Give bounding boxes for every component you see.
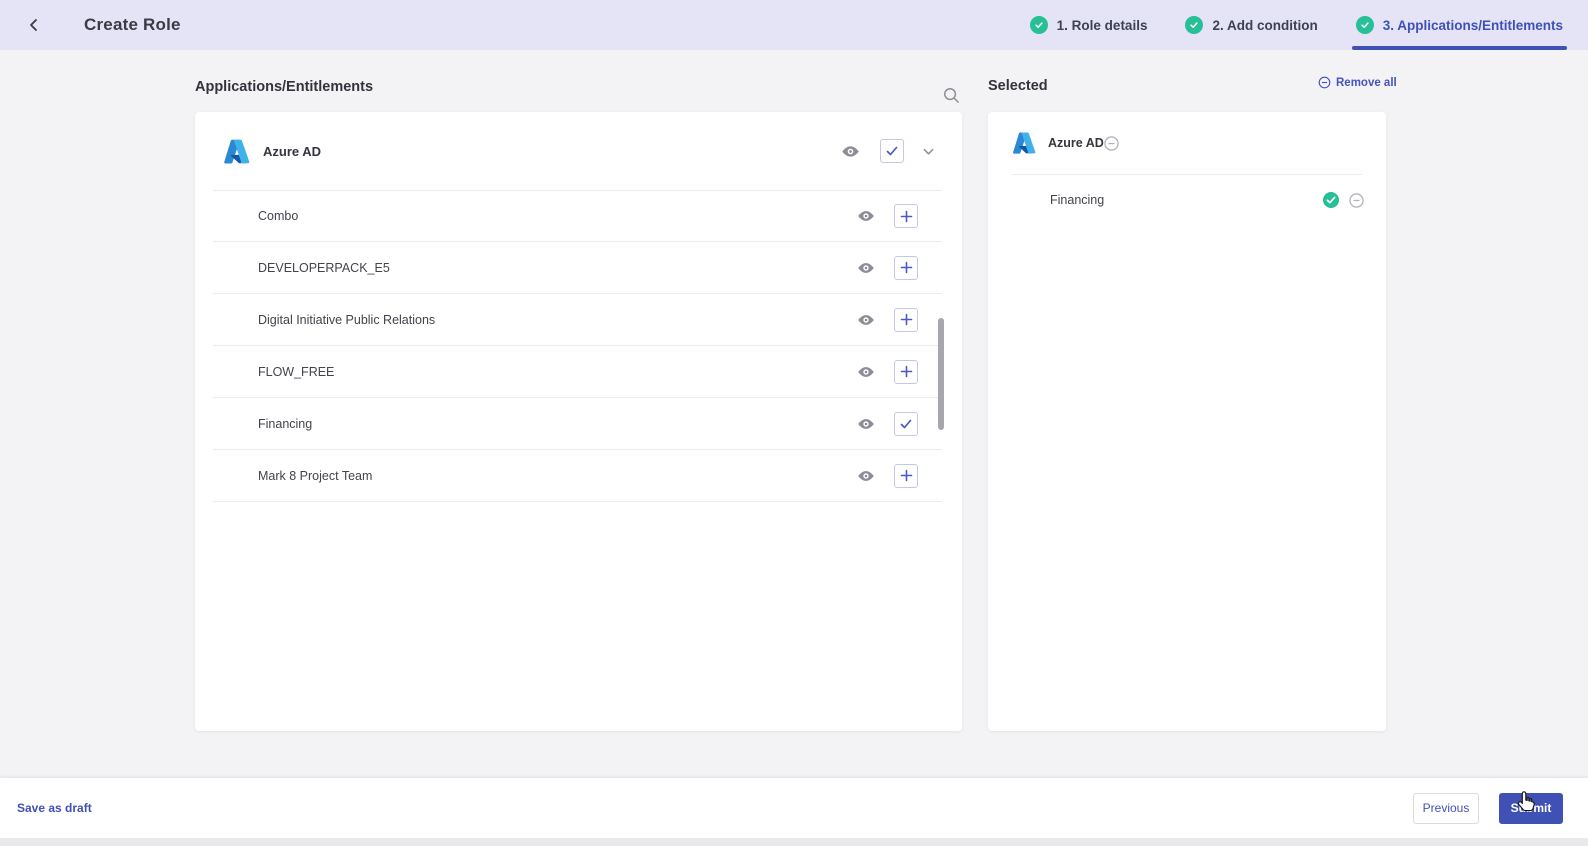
applications-panel: Azure AD Combo DEVELOPERPACK_E5 Digital … (195, 112, 962, 731)
eye-icon (858, 211, 874, 221)
group-select-checkbox[interactable] (880, 139, 904, 163)
step-add-condition[interactable]: 2. Add condition (1185, 0, 1318, 50)
application-group-row: Azure AD (195, 112, 962, 190)
minus-circle-icon (1104, 135, 1120, 151)
entitlement-row: Digital Initiative Public Relations (213, 294, 942, 346)
plus-icon (900, 210, 912, 222)
azure-ad-logo-icon (1013, 132, 1036, 154)
plus-icon (900, 313, 912, 326)
applications-entitlements-title: Applications/Entitlements (195, 79, 374, 95)
preview-entitlement-button[interactable] (854, 308, 878, 332)
plus-icon (900, 365, 912, 378)
entitlement-row: Mark 8 Project Team (213, 450, 942, 502)
add-entitlement-button[interactable] (894, 204, 918, 228)
remove-all-button[interactable]: Remove all (1318, 76, 1397, 89)
preview-entitlement-button[interactable] (854, 464, 878, 488)
checkmark-icon (900, 419, 912, 428)
preview-entitlement-button[interactable] (854, 412, 878, 436)
add-entitlement-button[interactable] (894, 359, 918, 384)
chevron-left-icon (30, 19, 37, 31)
step-label: 1. Role details (1056, 17, 1148, 33)
step-label: 2. Add condition (1212, 17, 1318, 33)
add-entitlement-button[interactable] (894, 463, 918, 488)
scrollbar-thumb[interactable] (938, 318, 944, 430)
search-icon (943, 87, 959, 103)
entitlement-name: Mark 8 Project Team (258, 468, 373, 483)
entitlement-row: Combo (213, 190, 942, 242)
eye-icon (858, 314, 874, 325)
bottom-strip (0, 838, 1588, 846)
footer-bar: Save as draft Previous Submit (0, 778, 1588, 838)
previous-button[interactable]: Previous (1413, 792, 1479, 824)
step-applications-entitlements[interactable]: 3. Applications/Entitlements (1351, 0, 1567, 50)
preview-entitlement-button[interactable] (854, 360, 878, 384)
step-label: 3. Applications/Entitlements (1382, 17, 1563, 33)
entitlement-name: Combo (258, 209, 299, 223)
eye-icon (858, 418, 874, 429)
checkmark-icon (886, 146, 898, 156)
entitlement-name: FLOW_FREE (258, 364, 335, 379)
eye-icon (858, 470, 874, 481)
collapse-group-button[interactable] (918, 141, 938, 161)
selected-title: Selected (988, 78, 1048, 94)
chevron-down-icon (923, 148, 933, 155)
back-button[interactable] (22, 13, 46, 37)
minus-circle-icon (1318, 76, 1331, 89)
topbar: Create Role 1. Role details 2. Add condi… (0, 0, 1588, 50)
page-title: Create Role (84, 15, 181, 34)
preview-entitlement-button[interactable] (854, 204, 878, 228)
step-complete-icon (1029, 16, 1048, 34)
confirmed-check-icon (1323, 192, 1339, 208)
step-complete-icon (1355, 16, 1374, 34)
entitlement-selected-checkbox[interactable] (894, 411, 918, 436)
entitlement-list: Combo DEVELOPERPACK_E5 Digital Initiativ (213, 190, 944, 502)
selected-panel: Azure AD Financing (988, 112, 1386, 731)
entitlement-row: DEVELOPERPACK_E5 (213, 242, 942, 294)
minus-circle-icon (1348, 192, 1364, 208)
wizard-stepper: 1. Role details 2. Add condition 3. Appl… (1029, 0, 1567, 50)
remove-application-button[interactable] (1104, 135, 1120, 151)
remove-all-label: Remove all (1336, 76, 1397, 89)
entitlement-name: Digital Initiative Public Relations (258, 312, 436, 327)
add-entitlement-button[interactable] (894, 255, 918, 280)
application-name: Azure AD (263, 143, 322, 159)
preview-entitlement-button[interactable] (854, 256, 878, 280)
step-complete-icon (1185, 16, 1204, 34)
selected-application-row: Azure AD (988, 112, 1386, 174)
create-role-screen: Create Role 1. Role details 2. Add condi… (0, 0, 1588, 846)
selected-entitlement-row: Financing (988, 175, 1386, 225)
entitlement-row: Financing (213, 398, 942, 450)
preview-application-button[interactable] (838, 139, 862, 163)
eye-icon (858, 262, 874, 273)
plus-icon (900, 469, 912, 482)
azure-ad-logo-icon (224, 139, 250, 163)
step-role-details[interactable]: 1. Role details (1029, 0, 1148, 50)
active-step-underline (1351, 46, 1567, 50)
eye-icon (858, 366, 874, 377)
eye-icon (841, 145, 859, 157)
entitlement-name: Financing (258, 416, 313, 431)
selected-entitlement-name: Financing (1050, 193, 1105, 207)
selected-application-name: Azure AD (1048, 136, 1104, 150)
remove-entitlement-button[interactable] (1348, 192, 1364, 208)
entitlement-name: DEVELOPERPACK_E5 (258, 260, 390, 275)
save-as-draft-link[interactable]: Save as draft (17, 801, 92, 815)
search-button[interactable] (938, 82, 964, 108)
submit-button[interactable]: Submit (1499, 792, 1563, 824)
entitlement-row: FLOW_FREE (213, 346, 942, 398)
plus-icon (900, 261, 912, 274)
add-entitlement-button[interactable] (894, 307, 918, 332)
